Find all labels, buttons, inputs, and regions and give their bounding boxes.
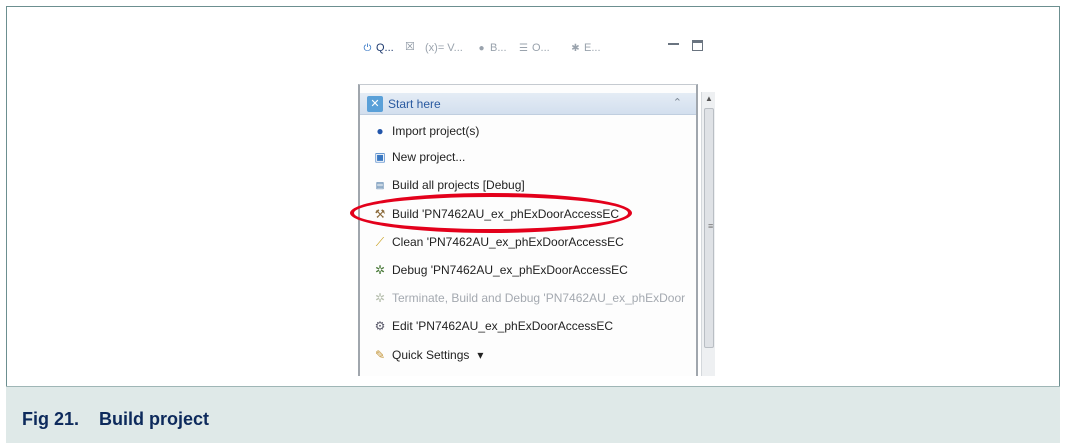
menu-item-debug[interactable]: ✲ Debug 'PN7462AU_ex_phExDoorAccessEC	[372, 260, 628, 280]
build-all-icon: ▤	[375, 180, 385, 190]
gear-icon: ⚙	[374, 319, 386, 333]
tab-variables[interactable]: (x)= V...	[425, 40, 463, 56]
bug-icon: ✲	[374, 263, 386, 277]
menu-item-label: Quick Settings	[392, 348, 470, 362]
menu-item-quick-settings[interactable]: ✎ Quick Settings ▾	[372, 345, 483, 365]
settings-icon: ✎	[374, 348, 386, 362]
tab-breakpoints[interactable]: ● B...	[475, 40, 507, 56]
section-title: Start here	[388, 96, 441, 111]
menu-item-edit[interactable]: ⚙ Edit 'PN7462AU_ex_phExDoorAccessEC	[372, 316, 613, 336]
figure-number: Fig 21.	[22, 409, 80, 429]
menu-item-clean[interactable]: ⟋ Clean 'PN7462AU_ex_phExDoorAccessEC	[372, 232, 624, 252]
tab-quickstart[interactable]: ⏻ Q...	[361, 40, 394, 56]
scroll-thumb[interactable]: ≡	[704, 108, 714, 348]
figure-caption: Fig 21. Build project	[22, 409, 209, 430]
bug-icon: ✲	[374, 291, 386, 305]
bulb-icon: ●	[376, 124, 384, 138]
maximize-icon[interactable]	[692, 40, 703, 51]
expressions-icon: ✱	[571, 42, 580, 54]
menu-item-new-project[interactable]: ▣ New project...	[372, 147, 465, 167]
scroll-up-icon[interactable]: ▲	[702, 92, 716, 106]
menu-item-label: Debug 'PN7462AU_ex_phExDoorAccessEC	[392, 263, 628, 277]
tab-label: (x)= V...	[425, 42, 463, 54]
chevron-down-icon[interactable]: ▾	[477, 348, 483, 362]
outline-icon: ☰	[519, 42, 528, 54]
highlight-ellipse	[350, 193, 632, 233]
view-tab-bar: ⏻ Q... ☒ (x)= V... ● B... ☰ O... ✱ E...	[355, 30, 717, 64]
figure-title: Build project	[99, 409, 210, 429]
minimize-icon[interactable]	[668, 40, 679, 45]
tab-label: O...	[532, 42, 550, 54]
tab-outline[interactable]: ☰ O...	[517, 40, 550, 56]
tab-label: E...	[584, 42, 601, 54]
vertical-scrollbar[interactable]: ▲ ≡	[701, 92, 715, 376]
tab-label: B...	[490, 42, 507, 54]
tab-label: Q...	[376, 42, 394, 54]
breakpoints-icon: ●	[478, 42, 485, 54]
power-icon: ⏻	[363, 42, 372, 54]
menu-item-import[interactable]: ● Import project(s)	[372, 121, 479, 141]
close-icon[interactable]: ☒	[405, 40, 415, 53]
start-here-icon: ✕	[367, 95, 383, 112]
menu-item-label: Import project(s)	[392, 124, 480, 138]
menu-item-label: Edit 'PN7462AU_ex_phExDoorAccessEC	[392, 319, 614, 333]
menu-item-label: Clean 'PN7462AU_ex_phExDoorAccessEC	[392, 235, 624, 249]
collapse-icon[interactable]: ⌃	[673, 96, 682, 109]
start-here-header[interactable]: ✕ Start here ⌃	[360, 93, 696, 115]
menu-item-label: Build all projects [Debug]	[392, 178, 525, 192]
menu-item-terminate-build-debug: ✲ Terminate, Build and Debug 'PN7462AU_e…	[372, 288, 685, 308]
new-project-icon: ▣	[374, 150, 386, 164]
grip-icon: ≡	[708, 221, 714, 231]
broom-icon: ⟋	[375, 235, 385, 249]
menu-item-label: New project...	[392, 150, 466, 164]
tab-expressions[interactable]: ✱ E...	[569, 40, 601, 56]
menu-item-label: Terminate, Build and Debug 'PN7462AU_ex_…	[392, 291, 686, 305]
menu-item-build-all[interactable]: ▤ Build all projects [Debug]	[372, 175, 525, 195]
caption-bar: Fig 21. Build project	[6, 386, 1060, 443]
